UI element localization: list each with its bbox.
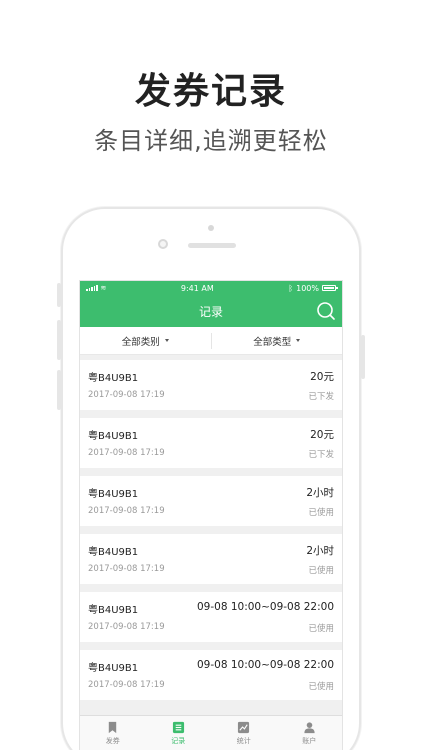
promo-subtitle: 条目详细,追溯更轻松 bbox=[94, 127, 328, 155]
record-plate: 粤B4U9B1 bbox=[88, 663, 139, 674]
category-filter[interactable]: 全部类别 bbox=[80, 334, 211, 348]
tab-statistics[interactable]: 统计 bbox=[211, 716, 277, 750]
record-time: 2017-09-08 17:19 bbox=[88, 448, 165, 458]
record-time: 2017-09-08 17:19 bbox=[88, 390, 165, 400]
category-filter-label: 全部类别 bbox=[121, 336, 160, 348]
record-value: 2小时 bbox=[306, 545, 334, 557]
tab-label: 账户 bbox=[302, 737, 317, 745]
record-value: 20元 bbox=[310, 371, 334, 383]
phone-mute-switch bbox=[57, 283, 61, 307]
phone-volume-up bbox=[57, 320, 61, 360]
tab-label: 发券 bbox=[105, 737, 120, 745]
record-status: 已使用 bbox=[308, 682, 334, 692]
record-status: 已使用 bbox=[308, 566, 334, 576]
battery-percent: 100% bbox=[296, 283, 319, 293]
bluetooth-icon: ᛒ bbox=[288, 283, 294, 293]
chart-icon bbox=[238, 721, 250, 734]
battery-icon bbox=[321, 285, 338, 291]
record-time: 2017-09-08 17:19 bbox=[88, 680, 165, 690]
tab-label: 统计 bbox=[236, 737, 251, 745]
record-item[interactable]: 粤B4U9B1 20元 2017-09-08 17:19 已下发 bbox=[80, 360, 342, 410]
record-status: 已下发 bbox=[308, 392, 334, 402]
record-time: 2017-09-08 17:19 bbox=[88, 506, 165, 516]
promo-title: 发券记录 bbox=[134, 71, 287, 112]
app-screen: ≋ 9:41 AM ᛒ 100% 记录 全部类别 全部类型 粤B4U9B1 20… bbox=[79, 280, 343, 750]
record-status: 已使用 bbox=[308, 508, 334, 518]
record-plate: 粤B4U9B1 bbox=[88, 431, 139, 442]
tab-account[interactable]: 账户 bbox=[277, 716, 343, 750]
caret-down-icon bbox=[296, 339, 301, 342]
record-plate: 粤B4U9B1 bbox=[88, 547, 139, 558]
page-title: 记录 bbox=[198, 304, 223, 319]
record-value: 09-08 10:00~09-08 22:00 bbox=[196, 601, 334, 613]
list-icon bbox=[172, 721, 184, 734]
phone-sensor bbox=[208, 225, 214, 231]
record-time: 2017-09-08 17:19 bbox=[88, 564, 165, 574]
record-plate: 粤B4U9B1 bbox=[88, 489, 139, 500]
record-value: 20元 bbox=[310, 429, 334, 441]
signal-icon bbox=[86, 285, 98, 291]
phone-power-button bbox=[361, 335, 365, 379]
tab-issue[interactable]: 发券 bbox=[80, 716, 146, 750]
status-bar: ≋ 9:41 AM ᛒ 100% bbox=[80, 281, 342, 295]
user-icon bbox=[304, 722, 315, 734]
search-icon[interactable] bbox=[316, 301, 336, 321]
record-status: 已下发 bbox=[308, 450, 334, 460]
record-list: 粤B4U9B1 20元 2017-09-08 17:19 已下发 粤B4U9B1… bbox=[80, 355, 342, 700]
phone-camera bbox=[158, 239, 168, 249]
record-item[interactable]: 粤B4U9B1 09-08 10:00~09-08 22:00 2017-09-… bbox=[80, 592, 342, 642]
type-filter[interactable]: 全部类型 bbox=[212, 334, 343, 348]
status-time: 9:41 AM bbox=[180, 283, 214, 293]
phone-volume-down bbox=[57, 370, 61, 410]
nav-bar: 记录 bbox=[80, 295, 342, 327]
record-status: 已使用 bbox=[308, 624, 334, 634]
record-plate: 粤B4U9B1 bbox=[88, 605, 139, 616]
record-value: 2小时 bbox=[306, 487, 334, 499]
wifi-icon: ≋ bbox=[100, 284, 107, 292]
bookmark-icon bbox=[109, 721, 117, 734]
record-item[interactable]: 粤B4U9B1 2小时 2017-09-08 17:19 已使用 bbox=[80, 534, 342, 584]
phone-speaker bbox=[188, 243, 236, 248]
record-plate: 粤B4U9B1 bbox=[88, 373, 139, 384]
record-item[interactable]: 粤B4U9B1 20元 2017-09-08 17:19 已下发 bbox=[80, 418, 342, 468]
tab-label: 记录 bbox=[171, 737, 186, 745]
record-item[interactable]: 粤B4U9B1 2小时 2017-09-08 17:19 已使用 bbox=[80, 476, 342, 526]
record-item[interactable]: 粤B4U9B1 09-08 10:00~09-08 22:00 2017-09-… bbox=[80, 650, 342, 700]
record-value: 09-08 10:00~09-08 22:00 bbox=[196, 659, 334, 671]
tab-records[interactable]: 记录 bbox=[146, 716, 212, 750]
filter-bar: 全部类别 全部类型 bbox=[80, 327, 342, 355]
type-filter-label: 全部类型 bbox=[253, 336, 292, 348]
record-time: 2017-09-08 17:19 bbox=[88, 622, 165, 632]
caret-down-icon bbox=[164, 339, 169, 342]
tab-bar: 发券 记录 统计 账户 bbox=[80, 715, 342, 750]
